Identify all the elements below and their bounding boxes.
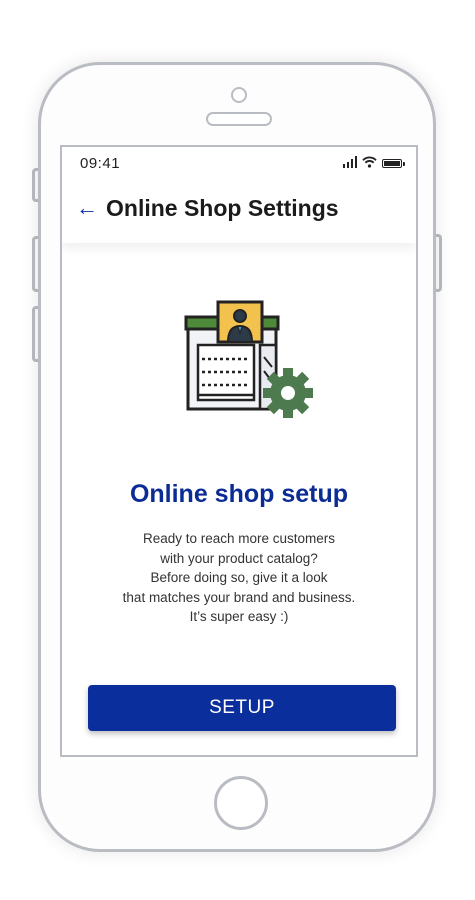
arrow-left-icon[interactable]: ← [76,197,98,219]
status-icons [342,156,405,168]
description-line: Ready to reach more customers [142,531,336,546]
home-button [214,776,268,830]
description-line: Before doing so, give it a look [150,570,328,585]
app-bar: ← Online Shop Settings [62,177,416,243]
front-camera [231,87,247,103]
storefront-with-gear-icon [184,300,313,418]
status-time: 09:41 [80,155,121,172]
description-line: It’s super easy :) [189,609,289,624]
setup-description: Ready to reach more customers with your … [62,529,416,627]
cellular-signal-icon [342,156,357,168]
earpiece-speaker [206,112,272,126]
description-line: with your product catalog? [160,550,318,566]
battery-icon [382,159,405,168]
phone-screen: 09:41 ← Online Shop Settings Online shop… [60,145,418,757]
setup-button[interactable]: SETUP [88,685,396,731]
status-bar: 09:41 [62,147,416,177]
page-title: Online Shop Settings [106,195,339,221]
setup-heading: Online shop setup [129,480,349,508]
wifi-icon [362,156,377,168]
description-line: that matches your brand and business. [122,589,356,605]
